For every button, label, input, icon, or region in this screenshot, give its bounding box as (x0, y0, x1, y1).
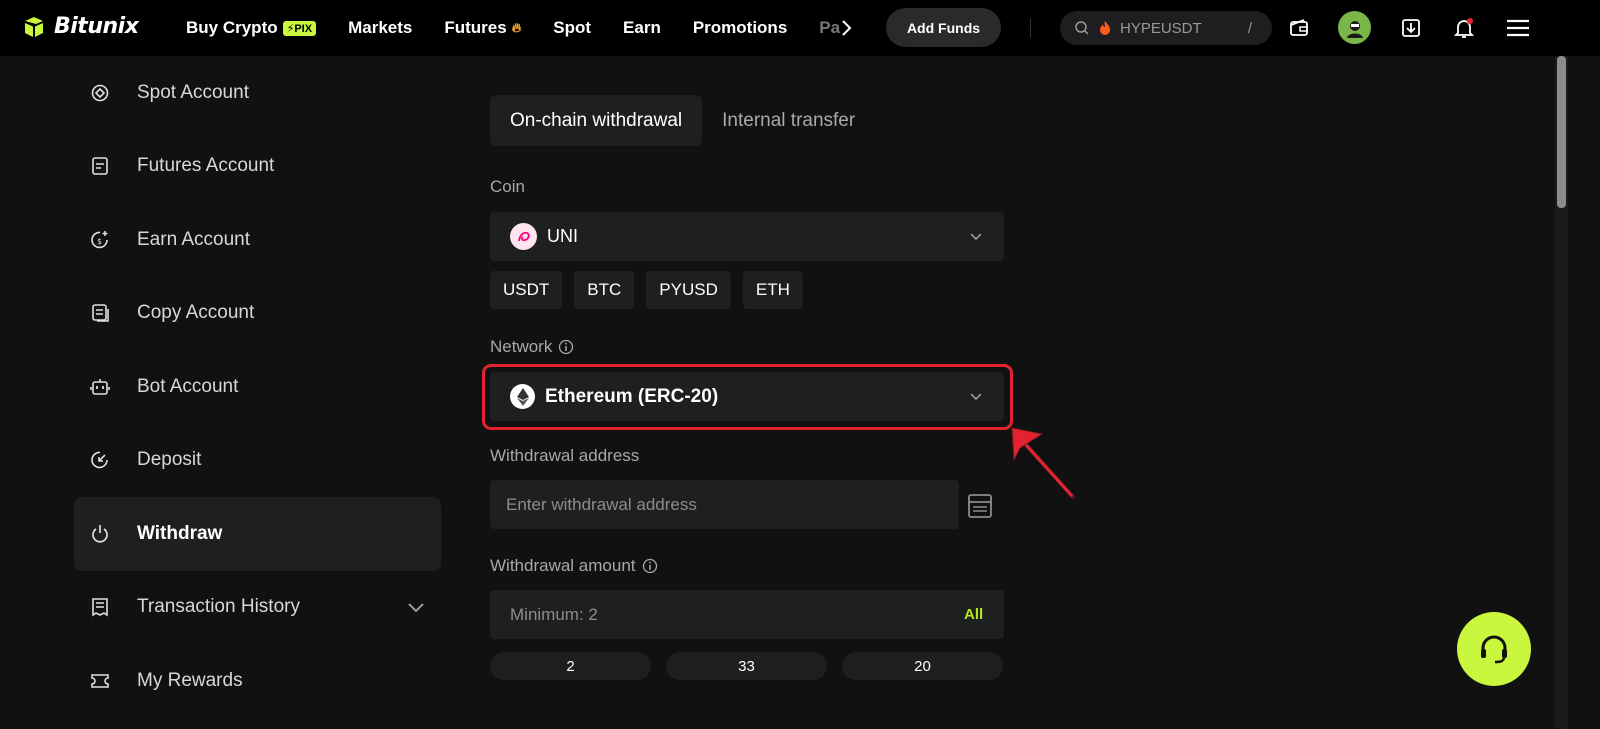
sidebar-item-label: My Rewards (137, 669, 243, 691)
coin-plus-icon: $ (91, 230, 108, 249)
network-highlight-annotation (482, 364, 1013, 430)
coin-label: Coin (490, 177, 525, 197)
search-shortcut: / (1247, 19, 1252, 37)
quick-amount-1[interactable]: 2 (490, 652, 651, 680)
nav-promotions[interactable]: Promotions (693, 18, 787, 38)
address-label: Withdrawal address (490, 446, 639, 466)
nav-divider (1030, 18, 1031, 38)
address-book-icon[interactable] (966, 492, 994, 520)
max-all-button[interactable]: All (964, 606, 983, 623)
coin-select-value: UNI (547, 226, 578, 246)
coin-chip-usdt[interactable]: USDT (490, 271, 563, 309)
bitunix-logo-icon (25, 16, 43, 37)
tab-internal-transfer[interactable]: Internal transfer (702, 95, 875, 146)
copy-doc-icon (92, 304, 109, 323)
headset-icon (1481, 635, 1507, 664)
download-icon[interactable] (1397, 14, 1425, 42)
coin-label-text: Coin (490, 177, 525, 196)
network-label: Network (490, 337, 574, 357)
uni-coin-icon (510, 223, 537, 250)
sidebar-item-label: Futures Account (137, 155, 275, 177)
nav-spot[interactable]: Spot (553, 18, 591, 38)
hot-flame-icon (1100, 21, 1110, 35)
network-label-text: Network (490, 337, 553, 356)
pix-badge: ⚡PIX (282, 20, 317, 36)
fire-icon: 🔥︎ (511, 20, 522, 35)
quick-coin-chips: USDT BTC PYUSD ETH (490, 271, 803, 309)
sidebar-item-earn-account[interactable]: $ Earn Account (74, 203, 441, 277)
sidebar-item-deposit[interactable]: Deposit (74, 424, 441, 498)
info-icon[interactable] (558, 339, 574, 355)
wallet-icon[interactable] (1285, 14, 1313, 42)
withdrawal-address-input[interactable] (490, 480, 959, 529)
amount-label: Withdrawal amount (490, 556, 658, 576)
sidebar-item-withdraw[interactable]: Withdraw (74, 497, 441, 571)
info-icon[interactable] (642, 558, 658, 574)
top-navbar: Bitunix Buy Crypto ⚡PIX Markets Futures … (0, 0, 1600, 56)
notification-bell-icon[interactable] (1450, 14, 1478, 42)
user-avatar-icon (1346, 20, 1363, 38)
quick-amount-3[interactable]: 20 (842, 652, 1003, 680)
coin-select[interactable]: UNI (490, 212, 1004, 261)
deposit-icon (91, 451, 108, 469)
sidebar-item-label: Withdraw (137, 522, 223, 544)
reward-icon (91, 673, 109, 688)
coin-chip-btc[interactable]: BTC (574, 271, 635, 309)
sidebar-item-label: Copy Account (137, 302, 255, 324)
address-label-text: Withdrawal address (490, 446, 640, 465)
sidebar-item-bot-account[interactable]: Bot Account (74, 350, 441, 424)
chevron-down-icon (970, 233, 982, 240)
sidebar-item-my-rewards[interactable]: My Rewards (74, 644, 441, 718)
sidebar-item-spot-account[interactable]: Spot Account (74, 56, 441, 130)
scrollbar-thumb[interactable] (1557, 56, 1566, 208)
nav-scroll-right-icon[interactable] (836, 18, 856, 38)
main-nav: Buy Crypto ⚡PIX Markets Futures 🔥︎ Spot … (186, 0, 840, 56)
coin-chip-eth[interactable]: ETH (742, 271, 803, 309)
amount-label-text: Withdrawal amount (490, 556, 636, 575)
nav-buy-crypto[interactable]: Buy Crypto ⚡PIX (186, 18, 317, 38)
avatar[interactable] (1338, 11, 1371, 44)
bot-icon (90, 378, 110, 395)
coin-chip-pyusd[interactable]: PYUSD (646, 271, 731, 309)
withdraw-tabs: On-chain withdrawal Internal transfer (490, 95, 875, 146)
search-box[interactable]: HYPEUSDT / (1060, 11, 1272, 45)
svg-text:$: $ (97, 237, 102, 246)
sidebar-item-label: Spot Account (137, 81, 249, 103)
nav-markets[interactable]: Markets (348, 18, 412, 38)
annotation-arrow-icon (1011, 427, 1076, 500)
nav-buy-crypto-label: Buy Crypto (186, 18, 278, 37)
sidebar-item-label: Bot Account (137, 375, 239, 397)
nav-futures-label: Futures (444, 18, 507, 37)
chevron-down-icon[interactable] (405, 596, 427, 618)
nav-futures[interactable]: Futures 🔥︎ (444, 18, 521, 38)
search-query: HYPEUSDT (1120, 19, 1202, 37)
quick-amount-2[interactable]: 33 (666, 652, 827, 680)
search-icon (1075, 21, 1089, 35)
receipt-icon (92, 598, 108, 617)
sidebar-item-copy-account[interactable]: Copy Account (74, 277, 441, 351)
hamburger-menu-icon[interactable] (1504, 14, 1532, 42)
add-funds-button[interactable]: Add Funds (886, 8, 1001, 47)
withdrawal-amount-input[interactable] (490, 590, 1004, 639)
sidebar-item-label: Earn Account (137, 228, 251, 250)
sidebar-item-label: Deposit (137, 449, 202, 471)
account-sidebar: Spot Account Futures Account $ Earn Acco… (74, 56, 441, 718)
document-icon (92, 157, 108, 176)
power-icon (92, 524, 108, 543)
customer-support-button[interactable] (1457, 612, 1531, 686)
nav-earn[interactable]: Earn (623, 18, 661, 38)
brand-name: Bitunix (54, 14, 139, 39)
sidebar-item-label: Transaction History (137, 596, 300, 618)
tab-onchain-withdrawal[interactable]: On-chain withdrawal (490, 95, 703, 146)
sidebar-item-transaction-history[interactable]: Transaction History (74, 571, 441, 645)
brand-logo[interactable]: Bitunix (22, 14, 139, 39)
sidebar-item-futures-account[interactable]: Futures Account (74, 130, 441, 204)
target-icon (91, 84, 109, 102)
